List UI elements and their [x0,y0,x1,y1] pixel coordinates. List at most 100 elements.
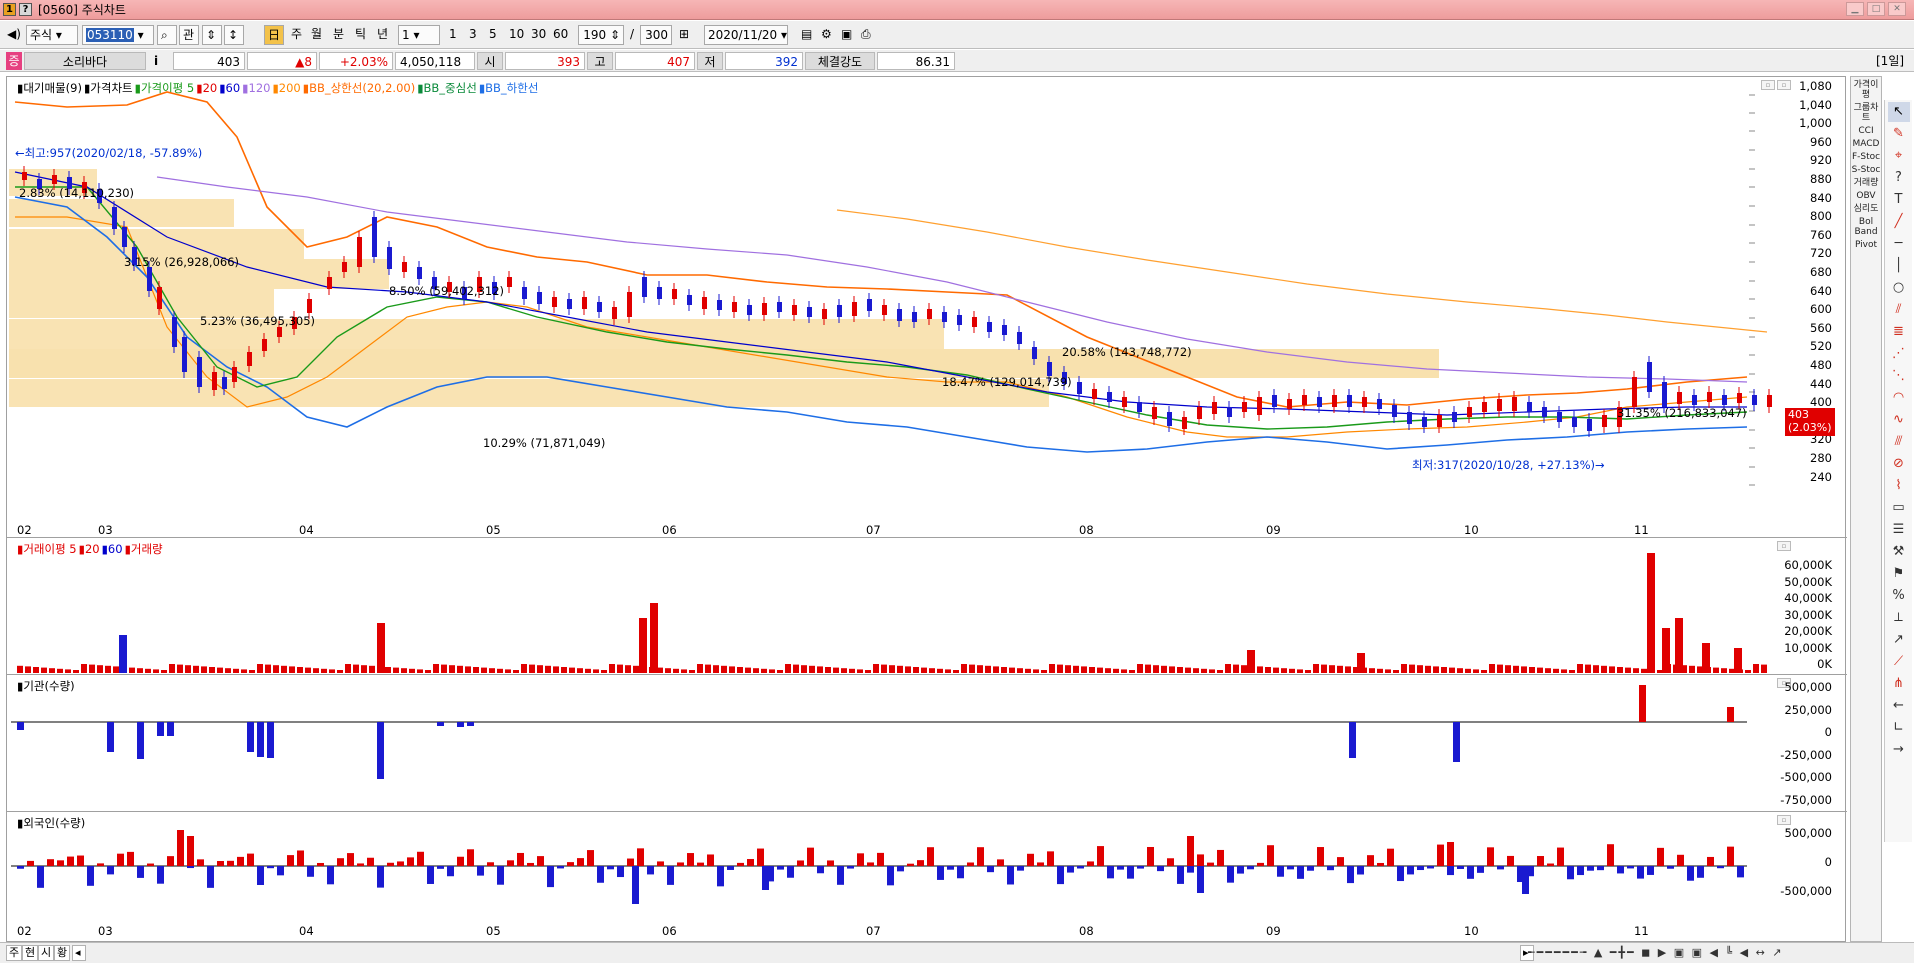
indicator-button[interactable]: Bol Band [1851,217,1881,237]
period-minute[interactable]: 분 [330,25,347,45]
wave-icon[interactable]: ∿ [1888,410,1910,430]
search-icon[interactable]: ⌕ [157,25,177,45]
percent-icon[interactable]: % [1888,586,1910,606]
tab-week[interactable]: 주 [6,945,23,961]
andrews-icon[interactable]: ⫻ [1888,432,1910,452]
channel-icon[interactable]: ⫽ [1888,300,1910,320]
day-period-icon[interactable]: 日 [264,25,284,45]
indicator-button[interactable]: Pivot [1851,240,1881,250]
indicator-button[interactable]: 가격이평 [1851,80,1881,100]
gear-icon[interactable]: ⚙ [818,25,835,45]
fan-icon[interactable]: ⋱ [1888,366,1910,386]
cycle-icon[interactable]: ⊘ [1888,454,1910,474]
price-candle [1422,417,1427,427]
auto-line-icon[interactable]: ⌇ [1888,476,1910,496]
close-icon[interactable]: ✕ [1888,2,1906,16]
vertical-line-icon[interactable]: │ [1888,256,1910,276]
trend-line-icon[interactable]: ╱ [1888,212,1910,232]
app-icon[interactable]: 1 [3,3,16,16]
period-year[interactable]: 년 [374,25,391,45]
volume-pane[interactable]: ▮거래이평 5 ▮20 ▮60 ▮거래량 ▫ 60,000K 50,000K 40,000… [7,538,1847,675]
print-icon[interactable]: ⎙ [858,25,874,45]
stock-type-icon[interactable]: 증 [6,52,22,70]
code-input[interactable]: 053110 ▾ [82,25,154,45]
flag-icon[interactable]: ⚑ [1888,564,1910,584]
foreign-pane[interactable]: ▮외국인(수량) ▫ 500,000 0 -500,000 02 03 04 05 06 07… [7,812,1847,943]
tab-current[interactable]: 현 [22,945,39,961]
tab-market[interactable]: 시 [38,945,55,961]
save-icon[interactable]: ▣ [838,25,855,45]
maximize-icon[interactable]: □ [1867,2,1885,16]
arrow-icon[interactable]: ↗ [1888,630,1910,650]
view-count-input[interactable]: 190 ⇕ [578,25,624,45]
foreign-bar [917,860,924,866]
arc-icon[interactable]: ◠ [1888,388,1910,408]
text-icon[interactable]: T [1888,190,1910,210]
period-tick[interactable]: 틱 [352,25,369,45]
indicator-button[interactable]: S-Stoc [1851,165,1881,175]
window-icon[interactable]: ▭ [1888,498,1910,518]
list-icon[interactable]: ☰ [1888,520,1910,540]
back-icon[interactable]: ← [1888,696,1910,716]
horizontal-line-icon[interactable]: ─ [1888,234,1910,254]
circle-icon[interactable]: ○ [1888,278,1910,298]
indicator-button[interactable]: OBV [1851,191,1881,201]
indicator-button[interactable]: 그룹차트 [1851,103,1881,123]
volume-bar [529,664,535,673]
indicator-button[interactable]: CCI [1851,126,1881,136]
minute-30[interactable]: 30 [528,25,549,45]
price-pane[interactable]: ▮대기매물(9) ▮가격차트 ▮가격이평 5 ▮20 ▮60 ▮120 ▮200 ▮BB_상한… [7,77,1847,538]
bb-middle-line [836,209,1768,333]
minute-60[interactable]: 60 [550,25,571,45]
institution-pane[interactable]: ▮기관(수량) ▫ 500,000 250,000 0 -250,000 -500,00… [7,675,1847,812]
minute-5[interactable]: 5 [486,25,500,45]
period-week[interactable]: 주 [288,25,305,45]
tab-status[interactable]: 황 [54,945,71,961]
volume-bar [1041,670,1047,673]
chart-settings-icon[interactable]: ▤ [798,25,815,45]
minimize-icon[interactable]: ▁ [1846,2,1864,16]
fibonacci-icon[interactable]: ≣ [1888,322,1910,342]
forward-icon[interactable]: → [1888,740,1910,760]
speed-line-icon[interactable]: ⟋ [1888,652,1910,672]
ruler-icon[interactable]: ⟂ [1888,608,1910,628]
date-picker[interactable]: 2020/11/20 ▾ [704,25,788,45]
tool-icon[interactable]: ⚒ [1888,542,1910,562]
help-icon[interactable]: ? [1888,168,1910,188]
scroll-left-icon[interactable]: ◂ [72,945,86,961]
minute-10[interactable]: 10 [506,25,527,45]
minute-3[interactable]: 3 [466,25,480,45]
related-button[interactable]: 관 [179,25,199,45]
stepper-icon[interactable]: ⇕ [202,25,222,45]
price-candle [837,305,842,317]
chart-scrollbar[interactable]: ╾━━━━━╼ ▲ ━╋━ ◼ ▶ ▣ ▣ ◀ ╚ ◀ ↔ ↗ [1528,946,1828,961]
cursor-icon[interactable]: ↖ [1887,102,1910,122]
help-icon[interactable]: ? [19,3,32,16]
indicator-button[interactable]: 심리도 [1851,204,1881,214]
indicator-button[interactable]: MACD [1851,139,1881,149]
volume-bar [1337,665,1343,673]
price-candle [1002,325,1007,335]
pitchfork-icon[interactable]: ⋔ [1888,674,1910,694]
period-month[interactable]: 월 [308,25,325,45]
indicator-button[interactable]: 거래량 [1851,178,1881,188]
market-select[interactable]: 주식 ▾ [26,25,78,45]
volume-bar [329,669,335,673]
spin-icon[interactable]: ↕ [224,25,244,45]
total-count-input[interactable]: 300 [640,25,672,45]
minute-1[interactable]: 1 [446,25,460,45]
speaker-icon[interactable]: ◀) [4,25,24,45]
gann-icon[interactable]: ⋰ [1888,344,1910,364]
foreign-bar [467,849,474,866]
volume-bar [1609,666,1615,673]
grid-icon[interactable]: ⊞ [676,25,692,45]
info-icon[interactable]: i [150,52,170,70]
foreign-bar [1727,846,1734,866]
chart-frame[interactable]: ▮대기매물(9) ▮가격차트 ▮가격이평 5 ▮20 ▮60 ▮120 ▮200 ▮BB_상한… [6,76,1847,943]
magnet-icon[interactable]: ⌖ [1888,146,1910,166]
indicator-button[interactable]: F-Stoc [1851,152,1881,162]
corner-icon[interactable]: ∟ [1888,718,1910,738]
unit-select[interactable]: 1 ▾ [398,25,440,45]
volume-bar [193,665,199,673]
eraser-icon[interactable]: ✎ [1888,124,1910,144]
